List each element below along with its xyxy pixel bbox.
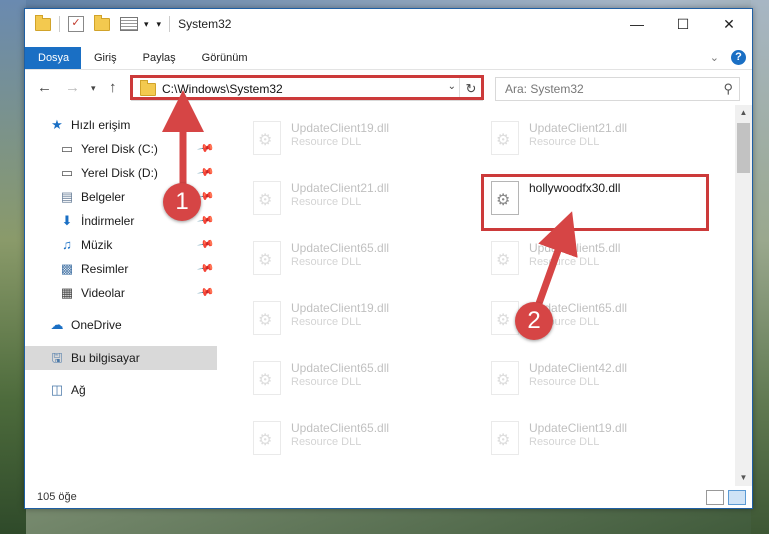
desktop-background-left — [0, 0, 26, 534]
desktop-background-right — [751, 0, 769, 534]
arrow-to-file — [533, 211, 578, 311]
step-1-badge: 1 — [163, 183, 201, 221]
annotation-arrows — [162, 90, 578, 311]
explorer-window: ✓ ▾ ▾ System32 — ☐ ✕ Dosya Giriş Paylaş … — [24, 8, 753, 509]
step-2-badge: 2 — [515, 302, 553, 340]
